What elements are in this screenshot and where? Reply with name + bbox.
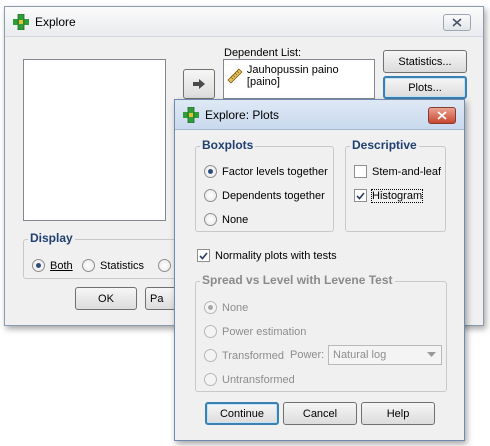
ok-button-label: OK: [98, 292, 114, 305]
radio-label: Both: [50, 259, 73, 272]
dependent-list[interactable]: Jauhopussin paino [paino]: [223, 59, 375, 99]
normality-plots-checkbox[interactable]: Normality plots with tests: [197, 249, 337, 262]
paste-button-label: Pa: [150, 292, 164, 305]
checkmark-icon: [199, 251, 208, 260]
checkbox-label: Normality plots with tests: [215, 249, 337, 262]
power-select-value: Natural log: [333, 349, 387, 361]
explore-title-bar[interactable]: Explore: [5, 7, 483, 37]
source-variable-list[interactable]: [23, 59, 166, 221]
statistics-button-label: Statistics...: [398, 55, 452, 68]
display-both-radio[interactable]: Both: [32, 259, 73, 272]
boxplots-none-radio[interactable]: None: [204, 213, 248, 226]
radio-button[interactable]: [158, 259, 171, 272]
continue-button-label: Continue: [219, 407, 265, 420]
descriptive-group-title: Descriptive: [350, 138, 419, 152]
untransformed-radio[interactable]: Untransformed: [204, 373, 295, 386]
help-button[interactable]: Help: [361, 402, 435, 425]
power-select[interactable]: Natural log: [328, 345, 442, 365]
explore-close-button[interactable]: [443, 14, 471, 31]
dependent-list-label: Dependent List:: [224, 47, 302, 59]
dependent-item-label: Jauhopussin paino [paino]: [246, 64, 339, 88]
ruler-scale-icon: [227, 68, 243, 84]
cancel-button-label: Cancel: [302, 407, 338, 420]
plots-title: Explore: Plots: [205, 107, 280, 122]
radio-button[interactable]: [204, 165, 217, 178]
stem-and-leaf-checkbox[interactable]: Stem-and-leaf: [354, 165, 441, 178]
display-statistics-radio[interactable]: Statistics: [82, 259, 144, 272]
descriptive-group: Descriptive Stem-and-leaf Histogram: [345, 138, 446, 232]
radio-label: Statistics: [100, 259, 145, 272]
chevron-down-icon: [427, 352, 436, 357]
close-icon: [452, 18, 462, 27]
display-group-title: Display: [28, 231, 75, 245]
plots-title-bar[interactable]: Explore: Plots: [175, 100, 464, 130]
checkbox-label: Histogram: [370, 188, 424, 203]
checkbox[interactable]: [197, 249, 210, 262]
plots-button[interactable]: Plots...: [383, 76, 467, 99]
plots-close-button[interactable]: [428, 107, 456, 124]
radio-label: Transformed: [222, 349, 284, 362]
radio-label: Dependents together: [222, 189, 325, 202]
spss-app-icon: [183, 106, 199, 123]
explore-plots-dialog: Explore: Plots Boxplots Factor levels to…: [174, 99, 465, 441]
checkbox-label: Stem-and-leaf: [372, 165, 442, 178]
continue-button[interactable]: Continue: [205, 402, 279, 425]
spss-app-icon: [13, 13, 29, 30]
help-button-label: Help: [386, 407, 410, 420]
radio-button[interactable]: [204, 349, 217, 362]
spread-vs-level-group-title: Spread vs Level with Levene Test: [200, 273, 395, 287]
radio-button[interactable]: [204, 213, 217, 226]
boxplots-group: Boxplots Factor levels together Dependen…: [195, 138, 334, 232]
radio-button[interactable]: [204, 325, 217, 338]
move-to-dependent-button[interactable]: [183, 69, 215, 99]
radio-button[interactable]: [204, 373, 217, 386]
list-item[interactable]: Jauhopussin paino [paino]: [227, 64, 374, 88]
radio-button[interactable]: [204, 301, 217, 314]
radio-button[interactable]: [204, 189, 217, 202]
histogram-checkbox[interactable]: Histogram: [354, 188, 424, 203]
radio-label: Untransformed: [222, 373, 295, 386]
dependents-together-radio[interactable]: Dependents together: [204, 189, 325, 202]
radio-button[interactable]: [82, 259, 95, 272]
spread-none-radio[interactable]: None: [204, 301, 248, 314]
transformed-radio[interactable]: Transformed: [204, 349, 284, 362]
plots-button-label: Plots...: [408, 81, 442, 94]
checkmark-icon: [356, 191, 365, 200]
close-icon: [437, 111, 447, 120]
factor-levels-together-radio[interactable]: Factor levels together: [204, 165, 328, 178]
cancel-button[interactable]: Cancel: [283, 402, 357, 425]
explore-title: Explore: [35, 14, 76, 29]
radio-button[interactable]: [32, 259, 45, 272]
radio-label: Power estimation: [222, 325, 307, 338]
radio-label: None: [222, 213, 249, 226]
spread-vs-level-group: Spread vs Level with Levene Test None Po…: [195, 273, 447, 392]
arrow-right-icon: [193, 79, 205, 89]
checkbox[interactable]: [354, 189, 367, 202]
power-estimation-radio[interactable]: Power estimation: [204, 325, 306, 338]
statistics-button[interactable]: Statistics...: [383, 50, 467, 73]
boxplots-group-title: Boxplots: [200, 138, 256, 152]
checkbox[interactable]: [354, 165, 367, 178]
display-group: Display Both Statistics P: [23, 231, 183, 279]
ok-button[interactable]: OK: [75, 287, 137, 310]
radio-label: None: [222, 301, 249, 314]
power-label: Power:: [290, 349, 325, 361]
radio-label: Factor levels together: [222, 165, 328, 178]
